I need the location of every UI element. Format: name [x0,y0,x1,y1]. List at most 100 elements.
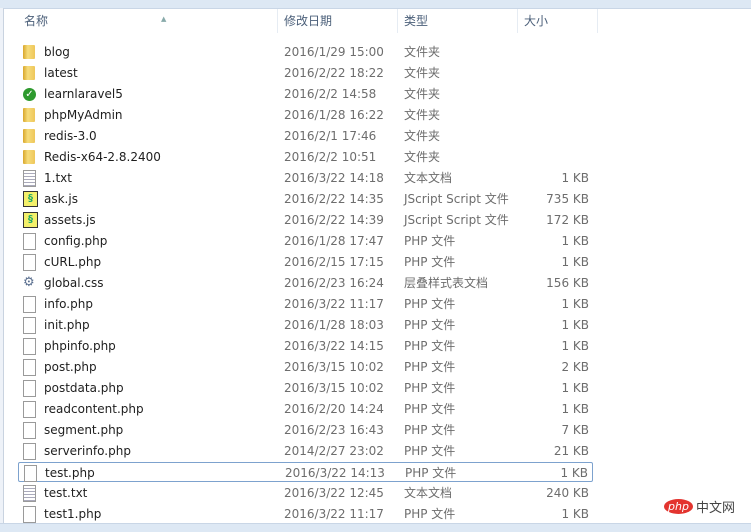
file-type: 层叠样式表文档 [404,276,489,290]
file-type: 文件夹 [404,66,441,80]
php-file-icon [23,317,36,334]
file-name: assets.js [44,213,96,227]
file-date: 2016/3/15 10:02 [284,381,384,395]
file-size: 1 KB [561,255,589,269]
file-name: blog [44,45,70,59]
file-name: test.txt [44,486,88,500]
php-file-icon [23,338,36,355]
file-type: PHP 文件 [405,466,457,480]
php-file-icon [23,422,36,439]
php-file-icon [23,254,36,271]
folder-icon [23,108,35,122]
folder-icon [23,150,35,164]
file-date: 2016/2/20 14:24 [284,402,384,416]
php-file-icon [23,506,36,523]
file-row[interactable]: cURL.php 2016/2/15 17:15 PHP 文件 1 KB [18,252,593,272]
file-name: ask.js [44,192,78,206]
file-name: redis-3.0 [44,129,97,143]
file-size: 1 KB [561,297,589,311]
file-row[interactable]: test.txt 2016/3/22 12:45 文本文档 240 KB [18,483,593,503]
watermark-text: 中文网 [695,501,735,516]
column-header: ▲ 名称 修改日期 类型 大小 [4,9,751,33]
file-date: 2016/2/2 10:51 [284,150,377,164]
file-size: 172 KB [546,213,589,227]
file-row[interactable]: segment.php 2016/2/23 16:43 PHP 文件 7 KB [18,420,593,440]
file-type: 文件夹 [404,150,441,164]
file-row[interactable]: post.php 2016/3/15 10:02 PHP 文件 2 KB [18,357,593,377]
file-date: 2016/1/28 16:22 [284,108,384,122]
file-date: 2016/3/22 14:13 [285,466,385,480]
folder-icon [23,129,35,143]
file-name: Redis-x64-2.8.2400 [44,150,161,164]
watermark-logo: php 中文网 [664,497,735,516]
file-size: 735 KB [546,192,589,206]
file-row[interactable]: § ask.js 2016/2/22 14:35 JScript Script … [18,189,593,209]
file-row[interactable]: config.php 2016/1/28 17:47 PHP 文件 1 KB [18,231,593,251]
file-row[interactable]: test.php 2016/3/22 14:13 PHP 文件 1 KB [18,462,593,482]
file-type: 文件夹 [404,45,441,59]
file-row[interactable]: phpinfo.php 2016/3/22 14:15 PHP 文件 1 KB [18,336,593,356]
navigation-pane-edge[interactable] [0,8,4,523]
file-name: global.css [44,276,104,290]
file-row[interactable]: redis-3.0 2016/2/1 17:46 文件夹 [18,126,593,146]
sort-ascending-icon: ▲ [161,15,167,23]
file-date: 2016/2/15 17:15 [284,255,384,269]
php-file-icon [23,296,36,313]
file-date: 2016/2/22 14:35 [284,192,384,206]
file-type: PHP 文件 [404,381,456,395]
file-size: 1 KB [561,507,589,521]
text-file-icon [23,485,36,502]
file-row[interactable]: latest 2016/2/22 18:22 文件夹 [18,63,593,83]
file-name: phpinfo.php [44,339,116,353]
file-type: PHP 文件 [404,444,456,458]
file-row[interactable]: blog 2016/1/29 15:00 文件夹 [18,42,593,62]
folder-icon [23,45,35,59]
file-row[interactable]: init.php 2016/1/28 18:03 PHP 文件 1 KB [18,315,593,335]
file-type: 文件夹 [404,87,441,101]
file-row[interactable]: Redis-x64-2.8.2400 2016/2/2 10:51 文件夹 [18,147,593,167]
column-type-header[interactable]: 类型 [398,9,518,33]
file-row[interactable]: 1.txt 2016/3/22 14:18 文本文档 1 KB [18,168,593,188]
file-name: cURL.php [44,255,102,269]
php-file-icon [23,401,36,418]
file-type: PHP 文件 [404,255,456,269]
file-type: JScript Script 文件 [404,213,509,227]
file-row[interactable]: ⚙ global.css 2016/2/23 16:24 层叠样式表文档 156… [18,273,593,293]
file-type: PHP 文件 [404,339,456,353]
file-size: 156 KB [546,276,589,290]
file-date: 2014/2/27 23:02 [284,444,384,458]
file-type: PHP 文件 [404,318,456,332]
file-type: PHP 文件 [404,234,456,248]
column-name-header[interactable]: ▲ 名称 [18,9,278,33]
folder-icon [23,66,35,80]
php-file-icon [23,233,36,250]
column-date-label: 修改日期 [284,14,333,28]
file-row[interactable]: phpMyAdmin 2016/1/28 16:22 文件夹 [18,105,593,125]
file-row[interactable]: readcontent.php 2016/2/20 14:24 PHP 文件 1… [18,399,593,419]
php-file-icon [24,465,37,482]
column-size-header[interactable]: 大小 [518,9,598,33]
file-date: 2016/2/23 16:24 [284,276,384,290]
file-row[interactable]: test1.php 2016/3/22 11:17 PHP 文件 1 KB [18,504,593,524]
file-row[interactable]: info.php 2016/3/22 11:17 PHP 文件 1 KB [18,294,593,314]
file-row[interactable]: serverinfo.php 2014/2/27 23:02 PHP 文件 21… [18,441,593,461]
file-date: 2016/1/28 17:47 [284,234,384,248]
file-row[interactable]: ✓ learnlaravel5 2016/2/2 14:58 文件夹 [18,84,593,104]
file-size: 1 KB [561,339,589,353]
script-file-icon: § [23,191,38,207]
file-row[interactable]: § assets.js 2016/2/22 14:39 JScript Scri… [18,210,593,230]
file-size: 1 KB [561,318,589,332]
file-name: postdata.php [44,381,124,395]
file-type: 文件夹 [404,108,441,122]
file-name: latest [44,66,78,80]
file-row[interactable]: postdata.php 2016/3/15 10:02 PHP 文件 1 KB [18,378,593,398]
watermark-badge: php [664,499,693,514]
file-size: 21 KB [553,444,589,458]
file-size: 1 KB [561,402,589,416]
file-name: serverinfo.php [44,444,131,458]
file-date: 2016/1/28 18:03 [284,318,384,332]
column-date-header[interactable]: 修改日期 [278,9,398,33]
file-name: init.php [44,318,90,332]
file-type: PHP 文件 [404,297,456,311]
file-date: 2016/2/23 16:43 [284,423,384,437]
